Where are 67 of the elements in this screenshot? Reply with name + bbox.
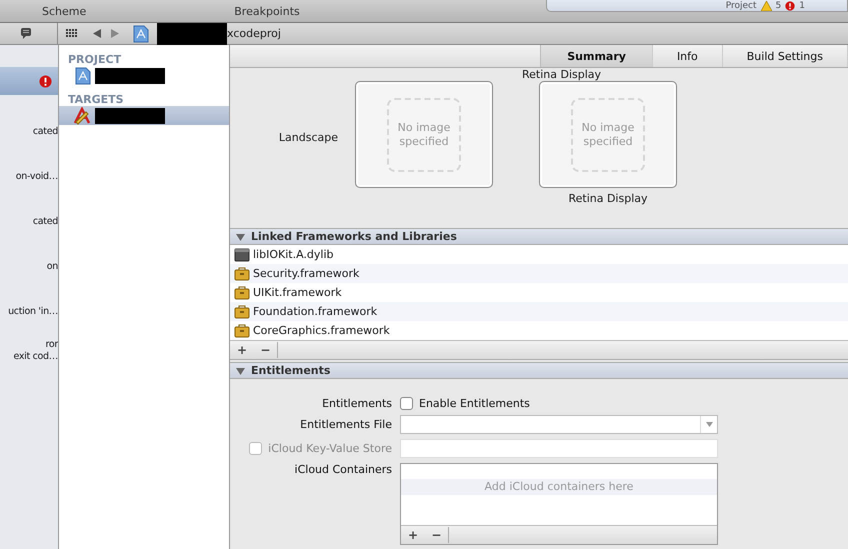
image-caption: Retina Display <box>568 192 648 205</box>
add-button[interactable]: + <box>401 527 425 543</box>
section-header[interactable]: Linked Frameworks and Libraries <box>230 228 848 245</box>
placeholder-text: No image specified <box>580 120 636 148</box>
field-label: Entitlements <box>321 397 392 410</box>
warning-icon <box>760 0 772 10</box>
grid-icon[interactable] <box>66 29 77 38</box>
selected-target-row[interactable] <box>59 106 229 125</box>
issue-text[interactable]: cated <box>32 216 58 228</box>
placeholder-text: Add iCloud containers here <box>401 479 717 495</box>
section-header[interactable]: Entitlements <box>230 362 848 379</box>
framework-name: libIOKit.A.dylib <box>253 248 334 261</box>
framework-row[interactable]: libIOKit.A.dylib <box>230 245 848 264</box>
redacted-block <box>95 68 165 84</box>
caret-icon <box>706 422 712 427</box>
briefcase-icon <box>234 324 250 338</box>
comment-icon[interactable] <box>21 28 31 39</box>
framework-name: Foundation.framework <box>253 305 378 318</box>
briefcase-icon <box>234 286 250 300</box>
app-target-icon <box>73 106 91 124</box>
path-text[interactable]: xcodeproj <box>227 27 281 40</box>
tab[interactable]: Summary <box>540 45 653 67</box>
briefcase-icon <box>234 266 250 280</box>
library-icon <box>234 248 250 262</box>
issue-text[interactable]: cated <box>32 126 58 138</box>
disclosure-icon <box>236 366 245 374</box>
issue-text[interactable]: on-void… <box>16 171 58 183</box>
section-header: TARGETS <box>67 92 125 106</box>
framework-name: UIKit.framework <box>253 286 342 299</box>
placeholder-text: No image specified <box>396 120 452 148</box>
add-button[interactable]: + <box>230 342 254 358</box>
tab[interactable]: Build Settings <box>722 45 848 67</box>
field-label: iCloud Containers <box>294 463 392 476</box>
remove-button[interactable]: − <box>254 342 278 358</box>
tab[interactable]: Info <box>652 45 723 67</box>
framework-row[interactable]: Foundation.framework <box>230 302 848 321</box>
framework-name: CoreGraphics.framework <box>253 324 390 337</box>
issue-text[interactable]: uction 'in… <box>8 306 58 318</box>
back-icon[interactable] <box>93 29 102 38</box>
issue-text[interactable]: exit cod… <box>13 351 58 363</box>
error-icon <box>785 0 796 10</box>
row-label: Landscape <box>278 131 338 144</box>
issue-text[interactable]: on <box>46 261 58 273</box>
framework-row[interactable]: CoreGraphics.framework <box>230 321 848 340</box>
framework-name: Security.framework <box>253 267 360 280</box>
image-caption: Retina Display <box>522 68 602 81</box>
breakpoints-label: Breakpoints <box>234 4 300 18</box>
disclosure-icon <box>236 232 245 240</box>
framework-row[interactable]: Security.framework <box>230 264 848 283</box>
project-file-icon <box>133 24 149 42</box>
scheme-label: Scheme <box>42 4 86 18</box>
warning-count: 5 <box>776 0 782 10</box>
framework-row[interactable]: UIKit.framework <box>230 283 848 302</box>
containers-list[interactable]: Add iCloud containers here + − <box>400 463 718 545</box>
remove-button[interactable]: − <box>425 527 449 543</box>
selected-issue-row[interactable] <box>0 67 58 95</box>
project-file-icon <box>75 66 91 84</box>
redacted-block <box>157 22 227 45</box>
section-header: PROJECT <box>67 52 122 66</box>
issue-text[interactable]: ror <box>45 339 58 351</box>
activity-label: Project <box>726 0 757 10</box>
key-value-store-field[interactable] <box>400 439 718 458</box>
redacted-block <box>95 108 165 124</box>
briefcase-icon <box>234 304 250 318</box>
error-count: 1 <box>799 0 805 10</box>
field-label: Entitlements File <box>299 418 392 431</box>
enable-entitlements-checkbox[interactable]: Enable Entitlements <box>400 397 718 410</box>
